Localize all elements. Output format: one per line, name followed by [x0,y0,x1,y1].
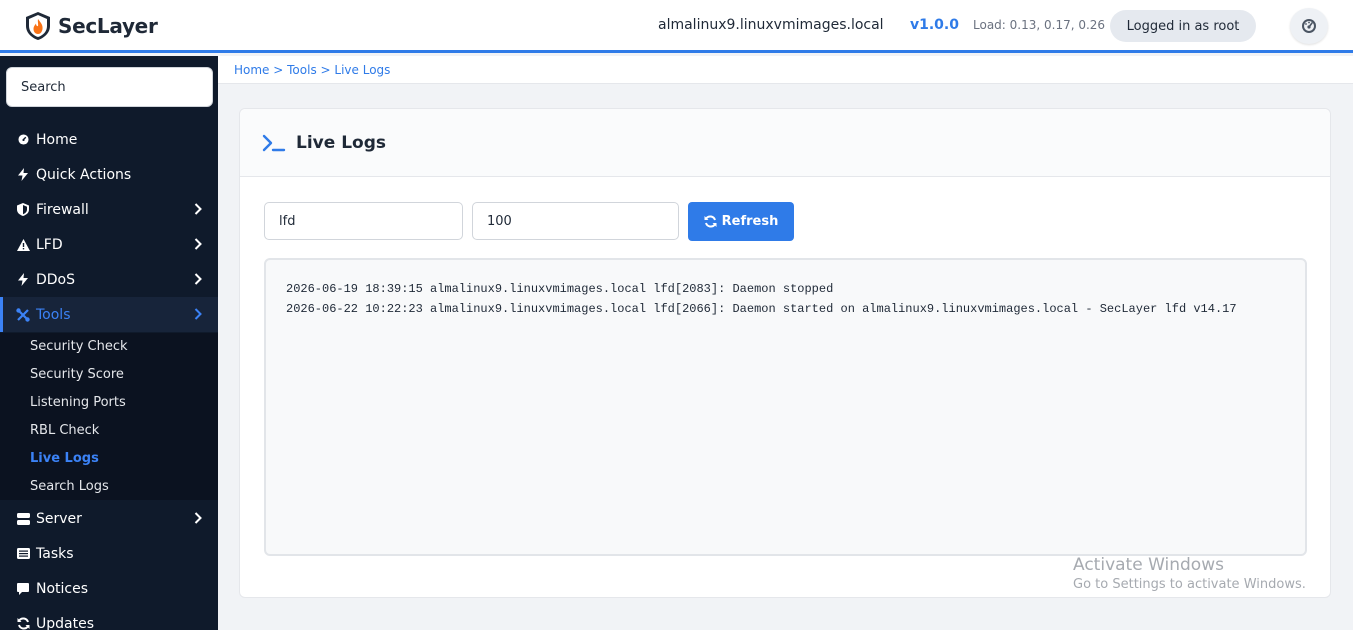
shield-icon [16,203,30,217]
bolt-icon [16,273,30,287]
sidebar-search-input[interactable] [6,67,213,107]
sidebar: Home Quick Actions Firewall LFD DDoS Too… [0,56,218,630]
sidebar-item-label: Quick Actions [36,166,132,183]
live-logs-card: Live Logs Refresh 2026-06-19 18:39:15 al… [239,108,1331,598]
submenu-item-rbl-check[interactable]: RBL Check [30,423,99,438]
sidebar-item-lfd[interactable]: LFD [0,227,218,262]
sidebar-item-label: LFD [36,236,63,253]
submenu-item-security-check[interactable]: Security Check [30,339,128,354]
gauge-icon [1302,19,1316,33]
chevron-right-icon [194,512,202,524]
sidebar-item-updates[interactable]: Updates [0,606,218,630]
user-badge[interactable]: Logged in as root [1110,10,1256,42]
sidebar-item-notices[interactable]: Notices [0,571,218,606]
sidebar-item-label: Server [36,510,82,527]
card-header: Live Logs [240,109,1330,177]
breadcrumb: Home > Tools > Live Logs [218,56,1353,84]
sidebar-item-tools[interactable]: Tools [0,297,218,332]
sidebar-item-label: Tools [36,306,71,323]
page-title: Live Logs [296,133,386,153]
chevron-right-icon [194,238,202,250]
chevron-right-icon [194,308,202,320]
top-bar: SecLayer almalinux9.linuxvmimages.local … [0,0,1353,53]
tools-icon [16,307,30,322]
line-count-input[interactable] [472,202,679,240]
breadcrumb-tools[interactable]: Tools [287,63,317,77]
submenu-item-security-score[interactable]: Security Score [30,367,124,382]
warning-icon [16,238,30,252]
breadcrumb-separator: > [273,63,288,77]
watermark-title: Activate Windows [1073,555,1224,575]
sidebar-item-quick-actions[interactable]: Quick Actions [0,157,218,192]
sidebar-item-label: Updates [36,615,94,630]
brand-name: SecLayer [58,14,158,38]
watermark-subtitle: Go to Settings to activate Windows. [1073,577,1306,592]
sync-icon [16,617,30,630]
log-line: 2026-06-22 10:22:23 almalinux9.linuxvmim… [286,301,1237,316]
sidebar-item-ddos[interactable]: DDoS [0,262,218,297]
refresh-button[interactable]: Refresh [688,202,794,241]
breadcrumb-live-logs[interactable]: Live Logs [334,63,390,77]
user-badge-label: Logged in as root [1126,18,1240,34]
bolt-icon [16,168,30,182]
log-line: 2026-06-19 18:39:15 almalinux9.linuxvmim… [286,282,834,296]
refresh-icon [704,215,717,228]
tools-submenu: Security Check Security Score Listening … [0,333,218,500]
breadcrumb-separator: > [320,63,335,77]
hostname: almalinux9.linuxvmimages.local [658,17,884,33]
server-icon [16,512,30,526]
sidebar-item-label: DDoS [36,271,76,288]
seclayer-shield-logo-icon [26,12,50,40]
sidebar-item-home[interactable]: Home [0,122,218,157]
sidebar-item-firewall[interactable]: Firewall [0,192,218,227]
submenu-item-listening-ports[interactable]: Listening Ports [30,395,126,410]
log-source-input[interactable] [264,202,463,240]
refresh-button-label: Refresh [721,214,779,229]
load-average: Load: 0.13, 0.17, 0.26 [973,18,1106,32]
sidebar-item-label: Tasks [36,545,74,562]
terminal-icon [262,134,286,152]
version-label: v1.0.0 [910,17,959,33]
sidebar-item-tasks[interactable]: Tasks [0,536,218,571]
sidebar-item-label: Notices [36,580,89,597]
sidebar-item-label: Home [36,131,78,148]
list-icon [16,547,30,561]
submenu-item-live-logs[interactable]: Live Logs [30,451,99,466]
brand-logo[interactable]: SecLayer [24,10,158,42]
chevron-right-icon [194,203,202,215]
sidebar-item-label: Firewall [36,201,89,218]
log-output[interactable]: 2026-06-19 18:39:15 almalinux9.linuxvmim… [264,258,1307,556]
chevron-right-icon [194,273,202,285]
activate-windows-watermark: Activate Windows Go to Settings to activ… [1073,555,1306,592]
sidebar-item-server[interactable]: Server [0,501,218,536]
submenu-item-search-logs[interactable]: Search Logs [30,479,109,494]
dashboard-icon [16,133,30,147]
comment-icon [16,582,30,596]
theme-toggle-button[interactable] [1290,8,1328,44]
breadcrumb-home[interactable]: Home [234,63,269,77]
